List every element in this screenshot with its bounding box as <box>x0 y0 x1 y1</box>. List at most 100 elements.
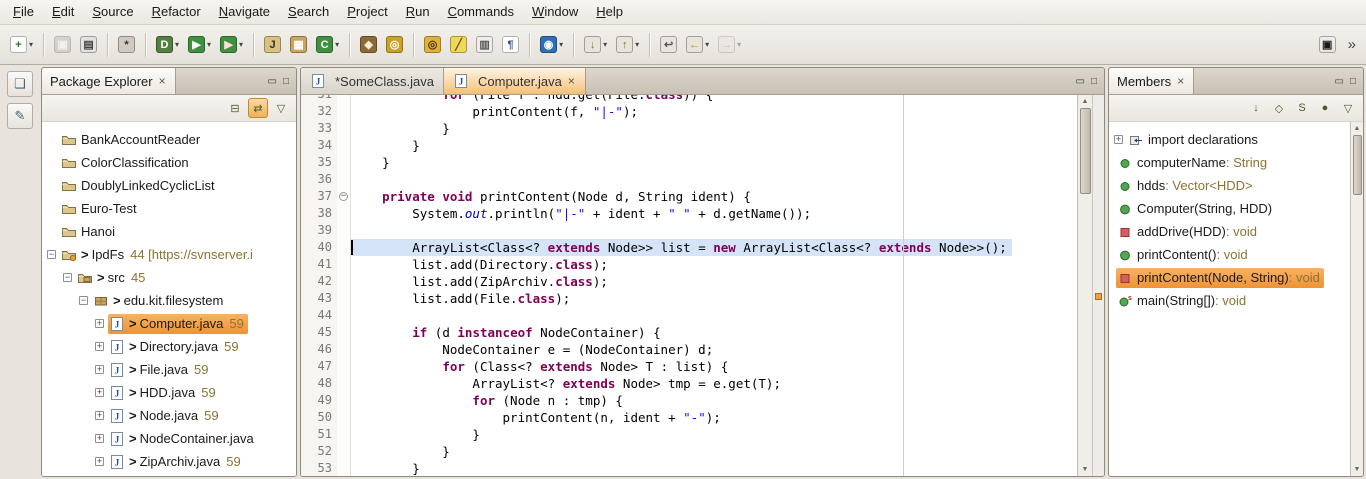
member-item[interactable]: computerName : String <box>1109 151 1350 174</box>
code-line[interactable]: 48 ArrayList<? extends Node> tmp = e.get… <box>301 375 1077 392</box>
menu-search[interactable]: Search <box>279 1 338 23</box>
scroll-up-icon[interactable]: ▲ <box>1354 122 1361 135</box>
code-line[interactable]: 40 ArrayList<Class<? extends Node>> list… <box>301 239 1077 256</box>
code-line[interactable]: 45 if (d instanceof NodeContainer) { <box>301 324 1077 341</box>
package-explorer-tree[interactable]: BankAccountReaderColorClassificationDoub… <box>42 122 296 476</box>
overview-ruler[interactable] <box>1092 95 1104 476</box>
search-button[interactable]: ◎ <box>420 31 445 59</box>
link-with-editor-button[interactable]: ⇄ <box>248 98 268 118</box>
code-line[interactable]: 32 printContent(f, "|-"); <box>301 103 1077 120</box>
open-resource-button[interactable]: ◎ <box>382 31 407 59</box>
tree-item[interactable]: +J>Node.java59 <box>42 404 296 427</box>
line-number[interactable]: 53 <box>301 460 337 476</box>
code-line[interactable]: 42 list.add(ZipArchiv.class); <box>301 273 1077 290</box>
code-line[interactable]: 35 } <box>301 154 1077 171</box>
collapse-icon[interactable]: − <box>47 250 56 259</box>
line-number[interactable]: 46 <box>301 341 337 358</box>
members-list[interactable]: +import declarationscomputerName : Strin… <box>1109 122 1350 476</box>
line-number[interactable]: 42 <box>301 273 337 290</box>
expand-icon[interactable]: + <box>95 411 104 420</box>
mark-occurrences-button[interactable]: ╱ <box>446 31 471 59</box>
member-item[interactable]: addDrive(HDD) : void <box>1109 220 1350 243</box>
editor-tab[interactable]: JComputer.java× <box>444 68 586 94</box>
line-number[interactable]: 33 <box>301 120 337 137</box>
close-view-icon[interactable]: × <box>158 74 167 88</box>
dropdown-arrow-icon[interactable]: ▾ <box>207 40 211 49</box>
menu-commands[interactable]: Commands <box>439 1 523 23</box>
java-editor-shortcut-button[interactable]: ✎ <box>7 103 33 129</box>
expand-icon[interactable]: + <box>95 342 104 351</box>
code-line[interactable]: 43 list.add(File.class); <box>301 290 1077 307</box>
line-number[interactable]: 34 <box>301 137 337 154</box>
code-line[interactable]: 52 } <box>301 443 1077 460</box>
menu-file[interactable]: File <box>4 1 43 23</box>
tree-item[interactable]: +J>File.java59 <box>42 358 296 381</box>
code-area[interactable]: 31 for (File f : hdd.get(File.class)) {3… <box>301 95 1077 476</box>
hide-non-public-members-button[interactable]: ● <box>1315 98 1335 118</box>
minimize-icon[interactable]: ▭ <box>268 76 277 87</box>
code-line[interactable]: 44 <box>301 307 1077 324</box>
line-number[interactable]: 44 <box>301 307 337 324</box>
external-tools-button[interactable]: ▶▾ <box>216 31 247 59</box>
code-line[interactable]: 37− private void printContent(Node d, St… <box>301 188 1077 205</box>
tree-item[interactable]: DoublyLinkedCyclicList <box>42 174 296 197</box>
line-number[interactable]: 40 <box>301 239 337 256</box>
collapse-all-button[interactable]: ⊟ <box>225 98 245 118</box>
code-line[interactable]: 46 NodeContainer e = (NodeContainer) d; <box>301 341 1077 358</box>
line-number[interactable]: 45 <box>301 324 337 341</box>
menu-refactor[interactable]: Refactor <box>143 1 210 23</box>
new-package-button[interactable]: ▦ <box>286 31 311 59</box>
package-explorer-view-tab[interactable]: Package Explorer × <box>42 68 176 94</box>
tree-item[interactable]: +J>ZipArchiv.java59 <box>42 450 296 473</box>
member-item[interactable]: smain(String[]) : void <box>1109 289 1350 312</box>
tree-item[interactable]: Euro-Test <box>42 197 296 220</box>
maximize-icon[interactable]: □ <box>1350 76 1356 87</box>
dropdown-arrow-icon[interactable]: ▾ <box>239 40 243 49</box>
close-tab-icon[interactable]: × <box>567 74 576 88</box>
line-number[interactable]: 39 <box>301 222 337 239</box>
new-wizard-button[interactable]: +▾ <box>6 31 37 59</box>
scroll-up-icon[interactable]: ▲ <box>1082 95 1089 108</box>
members-scrollbar[interactable]: ▲ ▼ <box>1350 122 1363 476</box>
toolbar-overflow-chevron[interactable]: » <box>1348 36 1356 53</box>
close-view-icon[interactable]: × <box>1176 74 1185 88</box>
editor-scrollbar[interactable]: ▲ ▼ <box>1077 95 1092 476</box>
expand-icon[interactable]: + <box>95 365 104 374</box>
hide-static-members-button[interactable]: S <box>1292 98 1312 118</box>
dropdown-arrow-icon[interactable]: ▾ <box>559 40 563 49</box>
line-number[interactable]: 48 <box>301 375 337 392</box>
occurrence-marker[interactable] <box>1095 293 1102 300</box>
hide-fields-button[interactable]: ◇ <box>1269 98 1289 118</box>
jar-export-button[interactable]: ◆ <box>356 31 381 59</box>
member-item[interactable]: printContent(Node, String) : void <box>1109 266 1350 289</box>
tree-item[interactable]: +J>HDD.java59 <box>42 381 296 404</box>
fold-collapse-icon[interactable]: − <box>339 192 348 201</box>
maximize-icon[interactable]: □ <box>283 76 289 87</box>
scroll-down-icon[interactable]: ▼ <box>1354 463 1361 476</box>
menu-help[interactable]: Help <box>587 1 632 23</box>
web-browser-button[interactable]: ◉▾ <box>536 31 567 59</box>
scroll-down-icon[interactable]: ▼ <box>1082 463 1089 476</box>
member-item[interactable]: Computer(String, HDD) <box>1109 197 1350 220</box>
line-number[interactable]: 36 <box>301 171 337 188</box>
tree-item[interactable]: +J>Directory.java59 <box>42 335 296 358</box>
line-number[interactable]: 47 <box>301 358 337 375</box>
line-number[interactable]: 50 <box>301 409 337 426</box>
tree-item[interactable]: BankAccountReader <box>42 128 296 151</box>
code-line[interactable]: 50 printContent(n, ident + "-"); <box>301 409 1077 426</box>
menu-project[interactable]: Project <box>338 1 396 23</box>
code-line[interactable]: 34 } <box>301 137 1077 154</box>
tree-item[interactable]: +J>Computer.java59 <box>42 312 296 335</box>
code-line[interactable]: 39 <box>301 222 1077 239</box>
menu-window[interactable]: Window <box>523 1 587 23</box>
scrollbar-thumb[interactable] <box>1080 108 1091 194</box>
menu-navigate[interactable]: Navigate <box>210 1 279 23</box>
collapse-icon[interactable]: − <box>63 273 72 282</box>
code-line[interactable]: 49 for (Node n : tmp) { <box>301 392 1077 409</box>
expand-icon[interactable]: + <box>95 457 104 466</box>
expand-icon[interactable]: + <box>95 434 104 443</box>
fold-gutter[interactable]: − <box>337 188 351 205</box>
expand-icon[interactable]: + <box>1114 135 1123 144</box>
code-line[interactable]: 36 <box>301 171 1077 188</box>
view-menu-button[interactable]: ▽ <box>271 98 291 118</box>
